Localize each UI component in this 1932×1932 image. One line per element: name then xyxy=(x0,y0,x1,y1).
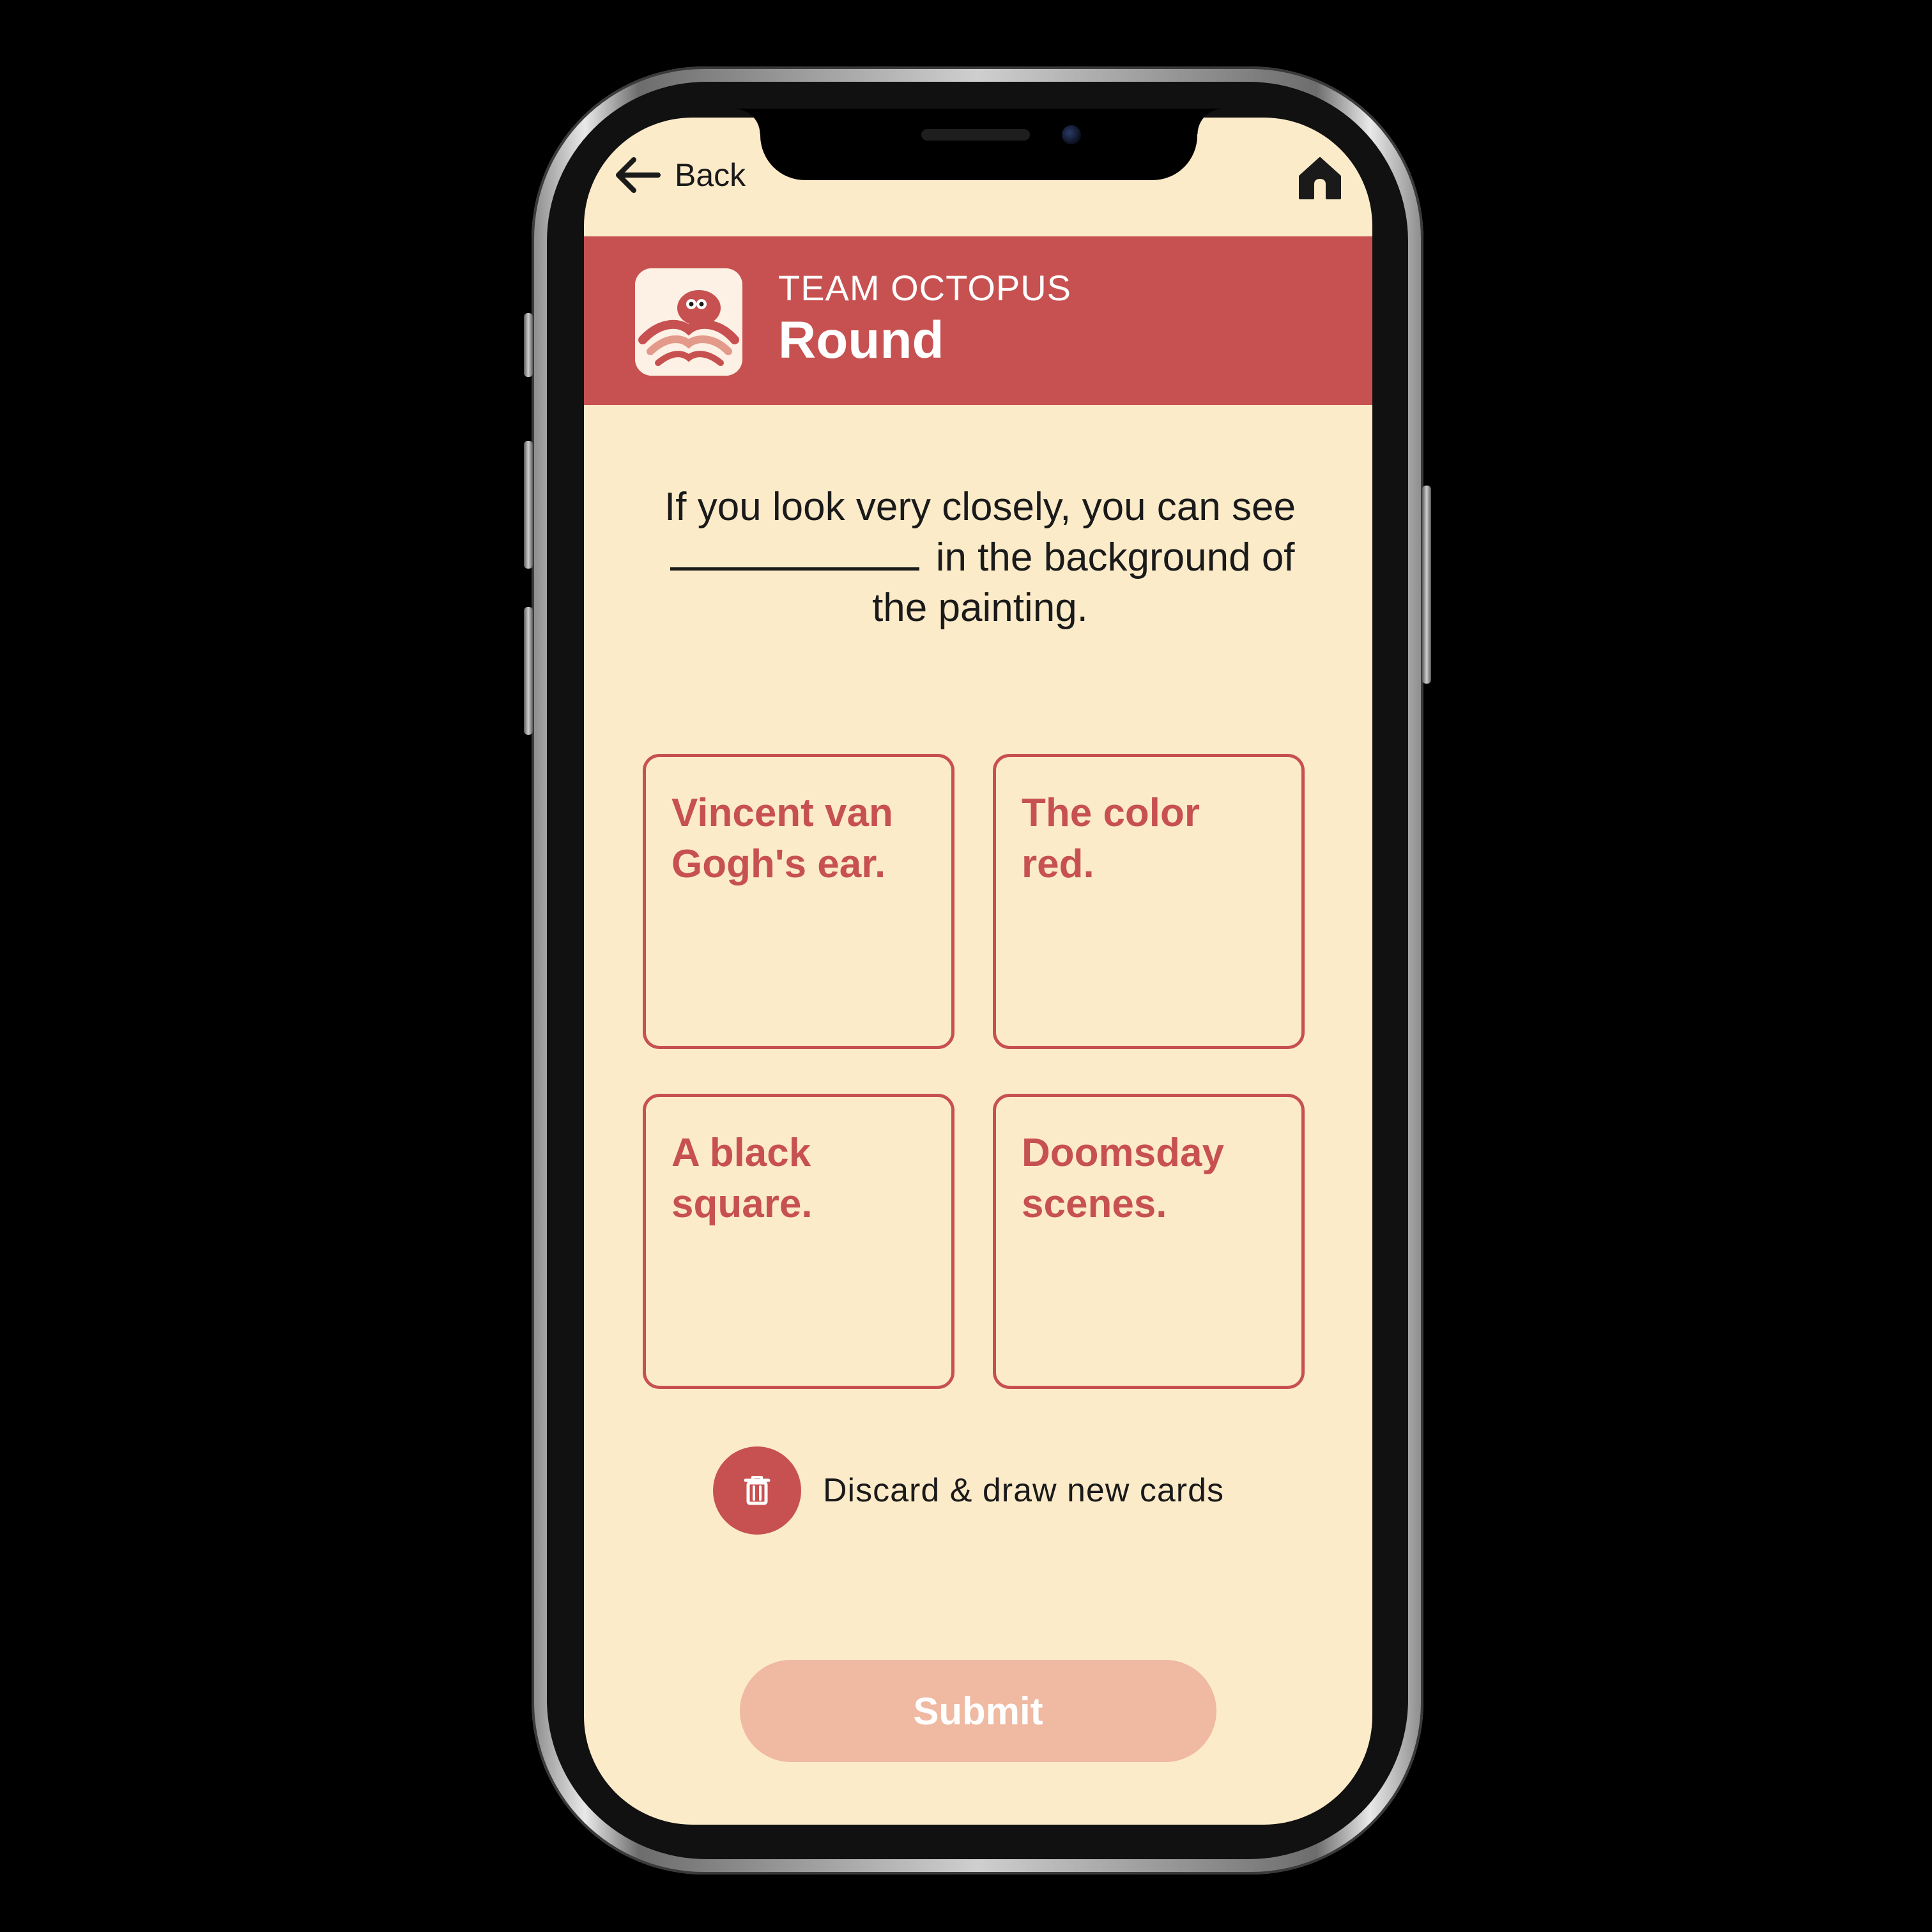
answer-card[interactable]: The color red. xyxy=(993,754,1305,1049)
volume-up-button xyxy=(524,441,533,569)
power-button xyxy=(1422,486,1431,684)
home-button[interactable] xyxy=(1296,155,1344,202)
prompt-blank xyxy=(670,534,920,571)
home-icon xyxy=(1299,157,1341,199)
trash-icon xyxy=(744,1476,770,1505)
stage: Back TEAM OCTOPUS Round If you look very… xyxy=(0,0,1932,1932)
octopus-icon xyxy=(635,268,742,376)
volume-down-button xyxy=(524,607,533,735)
discard-button[interactable]: Discard & draw new cards xyxy=(713,1446,1224,1535)
submit-button[interactable]: Submit xyxy=(740,1660,1216,1762)
discard-label: Discard & draw new cards xyxy=(823,1472,1224,1509)
discard-icon-circle xyxy=(713,1446,801,1535)
page-title: Round xyxy=(778,311,944,369)
answer-card[interactable]: A black square. xyxy=(643,1094,954,1389)
app-screen: Back TEAM OCTOPUS Round If you look very… xyxy=(584,118,1372,1825)
team-name: TEAM OCTOPUS xyxy=(778,268,1072,308)
arrow-left-icon xyxy=(616,157,661,193)
team-avatar xyxy=(635,268,742,376)
prompt-text: If you look very closely, you can see in… xyxy=(641,482,1319,633)
back-button[interactable]: Back xyxy=(613,156,746,194)
phone-speaker xyxy=(921,129,1030,141)
prompt-before-blank: If you look very closely, you can see xyxy=(664,485,1296,529)
answer-card[interactable]: Vincent van Gogh's ear. xyxy=(643,754,954,1049)
phone-notch xyxy=(735,109,1223,180)
mute-switch xyxy=(524,313,533,377)
prompt-after-blank: in the background of the painting. xyxy=(872,535,1295,630)
answer-card[interactable]: Doomsday scenes. xyxy=(993,1094,1305,1389)
back-label: Back xyxy=(675,157,746,193)
front-camera xyxy=(1062,125,1081,144)
